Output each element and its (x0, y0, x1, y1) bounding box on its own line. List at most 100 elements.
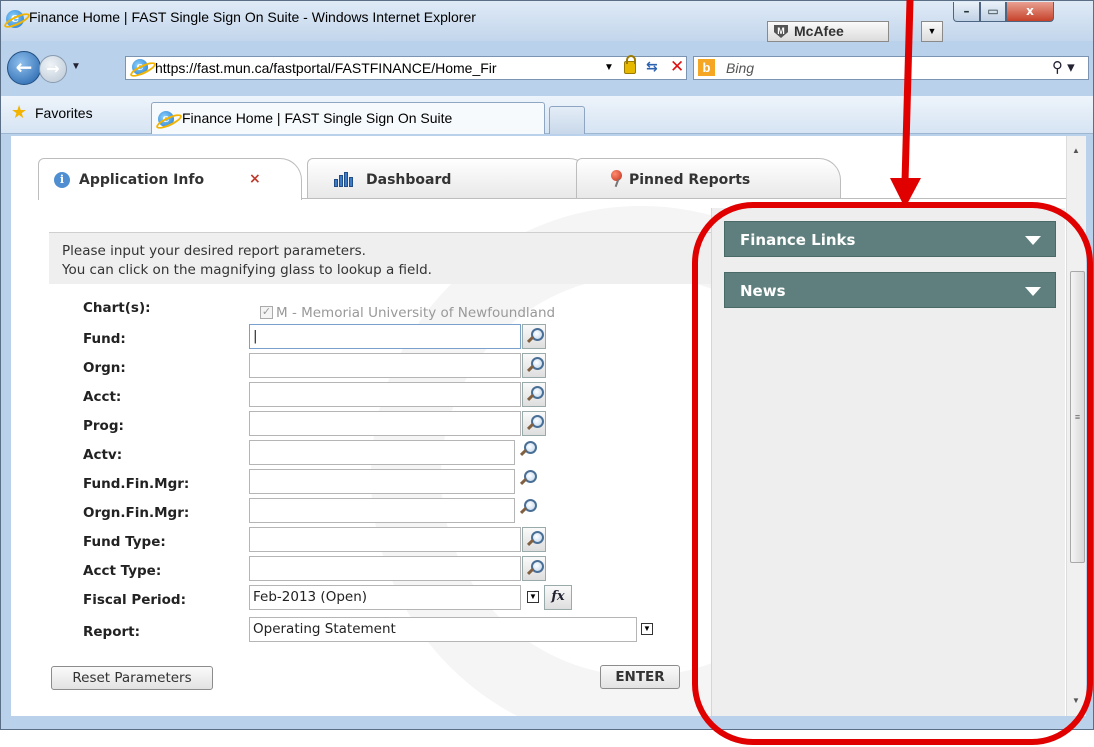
pin-icon (611, 170, 622, 181)
recent-pages-dropdown-icon[interactable]: ▼ (71, 61, 81, 72)
magnifier-icon (521, 470, 537, 483)
maximize-button[interactable]: ▭ (980, 2, 1006, 22)
chart-label: Chart(s): (83, 300, 151, 316)
fund-fin-mgr-label: Fund.Fin.Mgr: (83, 476, 190, 492)
new-tab-button[interactable] (549, 106, 585, 134)
bing-icon: b (698, 59, 715, 76)
magnifier-icon (528, 560, 544, 573)
tab-application-info[interactable]: i Application Info × (38, 158, 302, 200)
magnifier-icon (528, 357, 544, 370)
fund-fin-mgr-lookup-button[interactable] (516, 467, 540, 492)
fiscal-period-label: Fiscal Period: (83, 592, 186, 608)
fund-type-lookup-button[interactable] (522, 527, 546, 552)
fiscal-period-select[interactable]: Feb-2013 (Open) (249, 585, 521, 610)
fund-type-input[interactable] (249, 527, 521, 552)
tab-application-info-label: Application Info (79, 172, 205, 188)
title-bar: e Finance Home | FAST Single Sign On Sui… (1, 1, 1093, 42)
lock-icon[interactable] (624, 55, 636, 74)
acct-lookup-button[interactable] (522, 382, 546, 407)
reset-parameters-button[interactable]: Reset Parameters (51, 666, 213, 690)
url-input[interactable]: https://fast.mun.ca/fastportal/FASTFINAN… (155, 60, 600, 76)
close-window-button[interactable]: x (1006, 2, 1054, 22)
forward-arrow-icon[interactable]: → (39, 55, 67, 83)
orgn-fin-mgr-label: Orgn.Fin.Mgr: (83, 505, 190, 521)
search-icon[interactable]: ⚲ ▾ (1052, 58, 1075, 76)
fund-input[interactable]: | (249, 324, 521, 349)
magnifier-icon (521, 441, 537, 454)
report-select[interactable]: Operating Statement (249, 617, 637, 642)
report-dropdown-icon[interactable]: ▼ (641, 623, 653, 635)
orgn-label: Orgn: (83, 360, 126, 376)
enter-button[interactable]: ENTER (600, 665, 680, 689)
vertical-scrollbar[interactable]: ▲ ≡ ▼ (1066, 136, 1086, 716)
mcafee-dropdown-button[interactable]: ▼ (921, 21, 943, 42)
fund-label: Fund: (83, 331, 126, 347)
fund-fin-mgr-input[interactable] (249, 469, 515, 494)
info-icon: i (54, 172, 70, 188)
mcafee-toolbar-button[interactable]: M McAfee (767, 21, 889, 42)
close-tab-icon[interactable]: × (249, 171, 261, 187)
favorites-bar: ★ Favorites e Finance Home | FAST Single… (1, 96, 1093, 134)
browser-tab[interactable]: e Finance Home | FAST Single Sign On Sui… (151, 102, 545, 134)
orgn-fin-mgr-lookup-button[interactable] (516, 496, 540, 521)
favorites-star-icon[interactable]: ★ (11, 102, 27, 123)
orgn-input[interactable] (249, 353, 521, 378)
orgn-fin-mgr-input[interactable] (249, 498, 515, 523)
actv-input[interactable] (249, 440, 515, 465)
magnifier-icon (521, 499, 537, 512)
acct-type-input[interactable] (249, 556, 521, 581)
instructions-box: Please input your desired report paramet… (49, 232, 719, 284)
expand-triangle-icon (1025, 236, 1041, 245)
stop-icon[interactable]: ✕ (670, 57, 684, 77)
report-label: Report: (83, 624, 140, 640)
magnifier-icon (528, 415, 544, 428)
acct-input[interactable] (249, 382, 521, 407)
chart-checkbox[interactable]: ✓ (260, 306, 273, 319)
window-title: Finance Home | FAST Single Sign On Suite… (29, 9, 476, 25)
tab-dashboard[interactable]: Dashboard (307, 158, 591, 198)
orgn-lookup-button[interactable] (522, 353, 546, 378)
actv-lookup-button[interactable] (516, 438, 540, 463)
scroll-up-arrow-icon[interactable]: ▲ (1072, 146, 1080, 155)
search-box[interactable]: b Bing ⚲ ▾ (693, 56, 1089, 80)
tab-pinned-reports[interactable]: Pinned Reports (576, 158, 841, 198)
tab-dashboard-label: Dashboard (366, 172, 452, 188)
finance-links-label: Finance Links (740, 231, 856, 249)
instructions-line-2: You can click on the magnifying glass to… (62, 262, 432, 278)
page-favicon-icon: e (132, 59, 148, 75)
acct-type-label: Acct Type: (83, 563, 162, 579)
navigation-bar: ← → ▼ e https://fast.mun.ca/fastportal/F… (1, 51, 1093, 87)
fund-type-label: Fund Type: (83, 534, 166, 550)
tab-favicon-icon: e (158, 111, 174, 127)
internet-explorer-icon: e (6, 10, 24, 28)
favorites-button[interactable]: Favorites (35, 105, 93, 121)
prog-input[interactable] (249, 411, 521, 436)
bar-chart-icon (334, 171, 354, 187)
acct-type-lookup-button[interactable] (522, 556, 546, 581)
scroll-down-arrow-icon[interactable]: ▼ (1072, 696, 1080, 705)
magnifier-icon (528, 386, 544, 399)
mcafee-label: McAfee (794, 23, 844, 39)
mcafee-shield-icon: M (774, 25, 788, 38)
acct-label: Acct: (83, 389, 122, 405)
scrollbar-thumb[interactable]: ≡ (1070, 271, 1085, 563)
address-bar[interactable]: e https://fast.mun.ca/fastportal/FASTFIN… (125, 55, 687, 80)
right-sidebar: Finance Links News (711, 208, 1065, 716)
browser-tab-label: Finance Home | FAST Single Sign On Suite (182, 110, 453, 126)
expand-triangle-icon (1025, 287, 1041, 296)
news-header[interactable]: News (724, 272, 1056, 308)
prog-lookup-button[interactable] (522, 411, 546, 436)
search-input[interactable]: Bing (726, 60, 754, 76)
refresh-icon[interactable]: ⇆ (646, 58, 658, 75)
news-label: News (740, 282, 786, 300)
actv-label: Actv: (83, 447, 123, 463)
fiscal-period-dropdown-icon[interactable]: ▼ (527, 591, 539, 603)
fund-lookup-button[interactable] (522, 324, 546, 349)
address-dropdown-icon[interactable]: ▼ (604, 62, 614, 73)
fiscal-period-formula-button[interactable]: fx (544, 585, 572, 610)
minimize-button[interactable]: – (953, 2, 980, 22)
magnifier-icon (528, 531, 544, 544)
back-arrow-icon[interactable]: ← (7, 51, 41, 85)
instructions-line-1: Please input your desired report paramet… (62, 243, 366, 259)
finance-links-header[interactable]: Finance Links (724, 221, 1056, 257)
